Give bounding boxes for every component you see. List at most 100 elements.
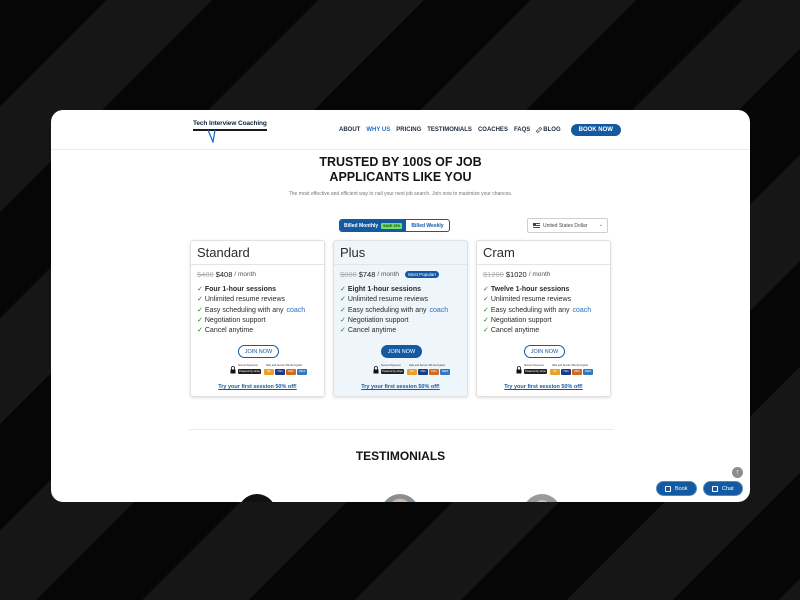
price-period: / month <box>377 271 400 278</box>
feature-list: ✓ Eight 1-hour sessions ✓ Unlimited resume… <box>340 285 448 336</box>
hero-title: TRUSTED BY 100S OF JOB APPLICANTS LIKE Y… <box>51 155 750 185</box>
feature-text: Negotiation support <box>347 316 409 324</box>
nav-blog-label: BLOG <box>543 127 561 133</box>
feature-list: ✓ Four 1-hour sessions ✓ Unlimited resume … <box>197 285 305 336</box>
coach-link[interactable]: coach <box>286 306 305 316</box>
payment-icons: MC VISA DISC AMEX <box>550 369 593 375</box>
floating-chat-button[interactable]: Chat <box>703 481 743 496</box>
nav-why-us[interactable]: WHY US <box>366 127 390 133</box>
check-icon: ✓ <box>340 327 346 335</box>
nav-faqs[interactable]: FAQS <box>514 127 530 133</box>
browser-frame: Tech Interview Coaching ABOUT WHY US PRI… <box>51 110 750 502</box>
logo-text: Tech Interview Coaching <box>193 120 267 127</box>
nav-about[interactable]: ABOUT <box>339 127 360 133</box>
feature-text: Easy scheduling with any <box>347 306 427 314</box>
hero-title-line2: APPLICANTS LIKE YOU <box>329 170 472 184</box>
secure-line1: Secure Payments <box>238 364 258 367</box>
nav-blog[interactable]: BLOG <box>536 127 561 133</box>
secure-payments-badge: Secure Payments Safe and Secure SSL Encr… <box>516 364 593 376</box>
feature-text: Unlimited resume reviews <box>490 296 572 304</box>
card-divider <box>477 264 610 265</box>
price: $748 <box>358 270 376 279</box>
brand-logo[interactable]: Tech Interview Coaching <box>193 120 273 144</box>
join-now-button[interactable]: JOIN NOW <box>524 345 565 358</box>
discover-icon: DISC <box>429 369 439 375</box>
feature-item: ✓ Easy scheduling with any coach <box>340 306 448 316</box>
price: $1020 <box>505 270 527 279</box>
lock-icon <box>373 366 379 374</box>
plan-card-standard: Standard $480 $408 / month ✓ Four 1-hour … <box>190 240 325 397</box>
feature-text: Eight 1-hour sessions <box>347 286 421 293</box>
trial-link[interactable]: Try your first session 50% off! <box>334 384 467 390</box>
feature-text: Negotiation support <box>204 316 266 324</box>
plan-name: Plus <box>340 245 366 260</box>
feature-item: ✓ Twelve 1-hour sessions <box>483 285 591 295</box>
scroll-to-top-button[interactable]: ↑ <box>732 467 743 478</box>
stripe-logo: Powered by stripe <box>381 369 404 374</box>
feature-item: ✓ Cancel anytime <box>483 326 591 336</box>
chat-icon <box>712 485 718 492</box>
hero-title-line1: TRUSTED BY 100S OF JOB <box>319 155 482 169</box>
nav-testimonials[interactable]: TESTIMONIALS <box>427 127 472 133</box>
payment-icons: MC VISA DISC AMEX <box>407 369 450 375</box>
feature-item: ✓ Unlimited resume reviews <box>340 295 448 305</box>
billing-weekly-option[interactable]: Billed Weekly <box>406 220 448 231</box>
secure-line1: Secure Payments <box>524 364 544 367</box>
price-row: $480 $408 / month <box>197 270 256 279</box>
amex-icon: AMEX <box>440 369 450 375</box>
check-icon: ✓ <box>483 327 489 335</box>
section-divider <box>189 429 614 430</box>
feature-text: Easy scheduling with any <box>204 306 284 314</box>
feature-item: ✓ Unlimited resume reviews <box>197 295 305 305</box>
feature-text: Unlimited resume reviews <box>204 296 286 304</box>
currency-select[interactable]: United States Dollar ⌄ <box>527 218 608 233</box>
join-now-button[interactable]: JOIN NOW <box>381 345 422 358</box>
feature-item: ✓ Cancel anytime <box>197 326 305 336</box>
visa-icon: VISA <box>561 369 571 375</box>
feature-item: ✓ Cancel anytime <box>340 326 448 336</box>
price-period: / month <box>528 271 551 278</box>
check-icon: ✓ <box>197 316 203 324</box>
price: $408 <box>215 270 233 279</box>
check-icon: ✓ <box>340 286 346 293</box>
feature-text: Cancel anytime <box>490 327 540 335</box>
check-icon: ✓ <box>197 327 203 335</box>
check-icon: ✓ <box>483 316 489 324</box>
join-now-button[interactable]: JOIN NOW <box>238 345 279 358</box>
billing-monthly-label: Billed Monthly <box>344 222 379 229</box>
feature-text: Unlimited resume reviews <box>347 296 429 304</box>
price-row: $880 $748 / month Most Popular! <box>340 270 439 279</box>
nav-coaches[interactable]: COACHES <box>478 127 508 133</box>
visa-icon: VISA <box>418 369 428 375</box>
billing-monthly-option[interactable]: Billed Monthly SAVE 15% <box>340 220 407 231</box>
site-header: Tech Interview Coaching ABOUT WHY US PRI… <box>51 110 750 150</box>
logo-underline <box>193 129 267 131</box>
feature-text: Negotiation support <box>490 316 552 324</box>
card-divider <box>191 264 324 265</box>
book-now-button[interactable]: BOOK NOW <box>570 124 621 136</box>
nav-pricing[interactable]: PRICING <box>396 127 421 133</box>
mastercard-icon: MC <box>407 369 417 375</box>
plan-card-plus: Plus $880 $748 / month Most Popular! ✓ Ei… <box>333 240 468 397</box>
feature-item: ✓ Eight 1-hour sessions <box>340 285 448 295</box>
plan-name: Cram <box>483 245 515 260</box>
mastercard-icon: MC <box>550 369 560 375</box>
chevron-down-icon: ⌄ <box>598 222 603 228</box>
coach-link[interactable]: coach <box>429 306 448 316</box>
floating-book-button[interactable]: Book <box>656 481 697 496</box>
coach-link[interactable]: coach <box>572 306 591 316</box>
feature-text: Easy scheduling with any <box>490 306 570 314</box>
floating-chat-label: Chat <box>722 485 734 492</box>
main-nav: ABOUT WHY US PRICING TESTIMONIALS COACHE… <box>339 124 621 136</box>
trial-link[interactable]: Try your first session 50% off! <box>477 384 610 390</box>
amex-icon: AMEX <box>297 369 307 375</box>
trial-link[interactable]: Try your first session 50% off! <box>191 384 324 390</box>
price-period: / month <box>234 271 257 278</box>
feature-item: ✓ Easy scheduling with any coach <box>197 306 305 316</box>
testimonial-avatar <box>523 494 561 502</box>
amex-icon: AMEX <box>583 369 593 375</box>
check-icon: ✓ <box>483 286 489 293</box>
discover-icon: DISC <box>572 369 582 375</box>
most-popular-badge: Most Popular! <box>405 271 439 278</box>
feature-text: Cancel anytime <box>347 327 397 335</box>
